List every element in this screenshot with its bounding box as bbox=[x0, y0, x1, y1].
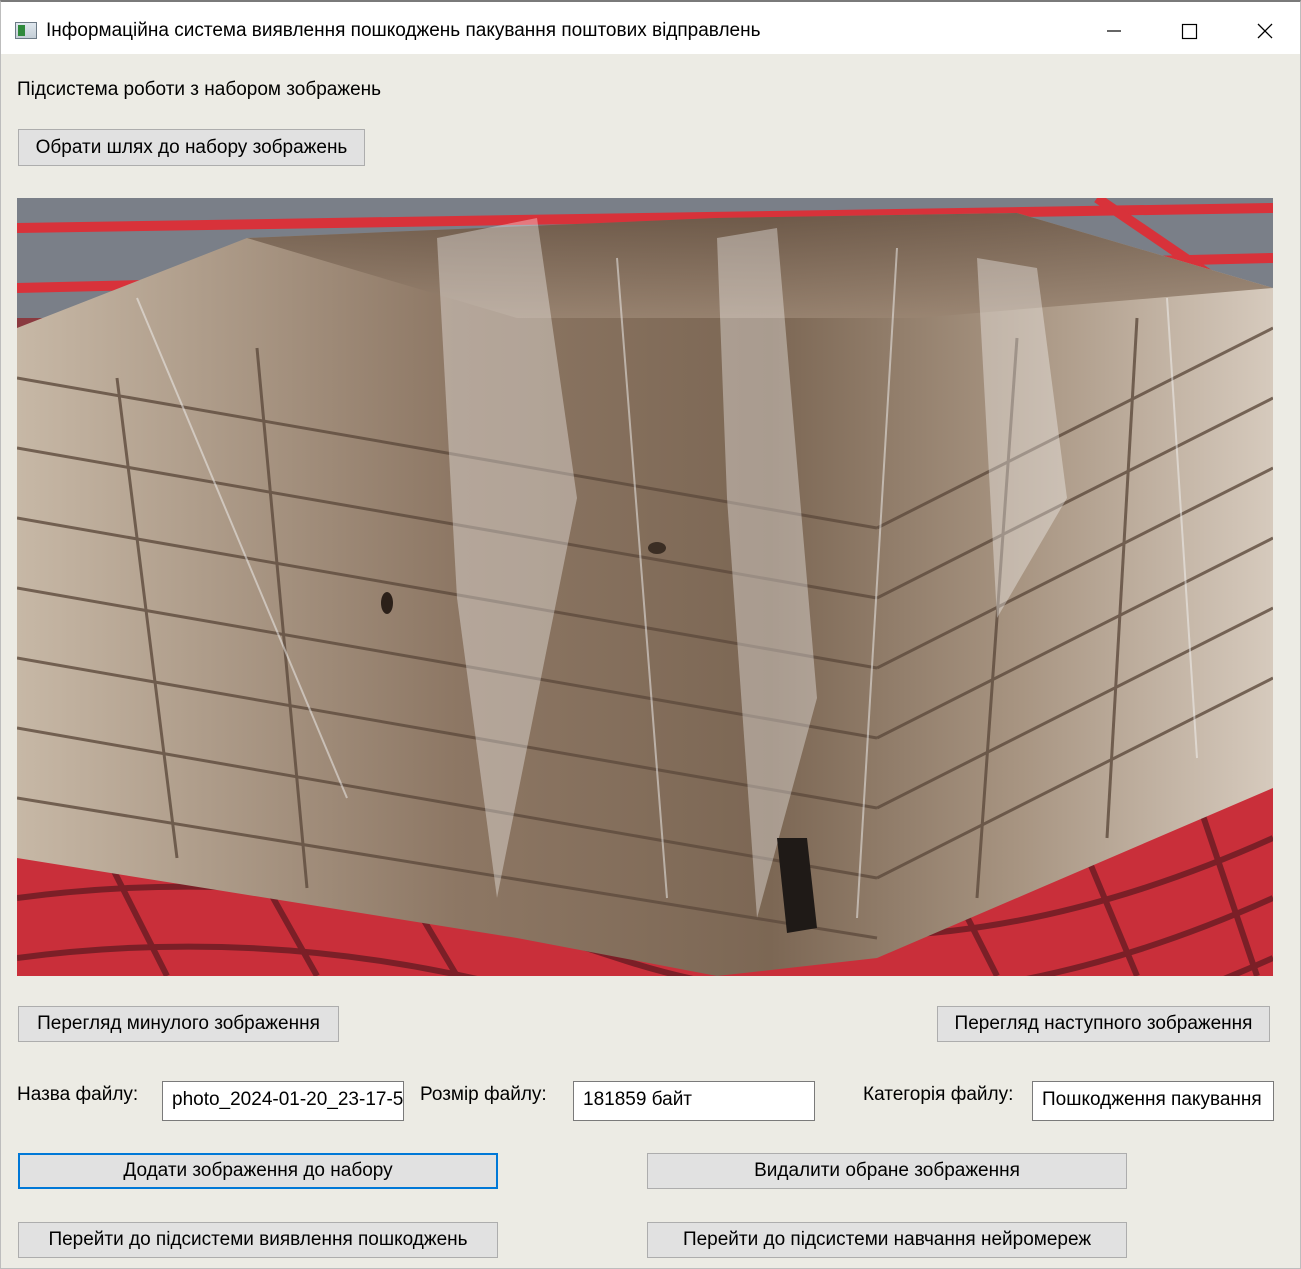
file-name-field[interactable]: photo_2024-01-20_23-17-5 bbox=[162, 1081, 404, 1121]
next-image-button[interactable]: Перегляд наступного зображення bbox=[937, 1006, 1270, 1042]
window-title: Інформаційна система виявлення пошкоджен… bbox=[46, 20, 761, 41]
close-icon bbox=[1257, 23, 1273, 39]
app-window: Інформаційна система виявлення пошкоджен… bbox=[0, 0, 1301, 1269]
delete-image-button[interactable]: Видалити обране зображення bbox=[647, 1153, 1127, 1189]
package-photo bbox=[17, 198, 1273, 976]
add-image-button[interactable]: Додати зображення до набору bbox=[18, 1153, 498, 1189]
minimize-icon bbox=[1107, 30, 1121, 32]
subsystem-label: Підсистема роботи з набором зображень bbox=[17, 79, 382, 100]
maximize-button[interactable] bbox=[1166, 10, 1212, 50]
close-button[interactable] bbox=[1242, 10, 1288, 50]
file-name-label: Назва файлу: bbox=[17, 1084, 139, 1105]
file-category-field[interactable]: Пошкодження пакування bbox=[1032, 1081, 1274, 1121]
minimize-button[interactable] bbox=[1091, 10, 1137, 50]
go-detection-subsystem-button[interactable]: Перейти до підсистеми виявлення пошкодже… bbox=[18, 1222, 498, 1258]
prev-image-button[interactable]: Перегляд минулого зображення bbox=[18, 1006, 339, 1042]
go-training-subsystem-button[interactable]: Перейти до підсистеми навчання нейромере… bbox=[647, 1222, 1127, 1258]
title-bar[interactable]: Інформаційна система виявлення пошкоджен… bbox=[1, 2, 1300, 54]
file-size-label: Розмір файлу: bbox=[420, 1084, 547, 1105]
image-preview bbox=[17, 198, 1273, 976]
file-size-field[interactable]: 181859 байт bbox=[573, 1081, 815, 1121]
app-icon bbox=[15, 22, 37, 39]
choose-path-button[interactable]: Обрати шлях до набору зображень bbox=[18, 129, 365, 166]
maximize-icon bbox=[1181, 23, 1198, 40]
file-category-label: Категорія файлу: bbox=[863, 1084, 1014, 1105]
